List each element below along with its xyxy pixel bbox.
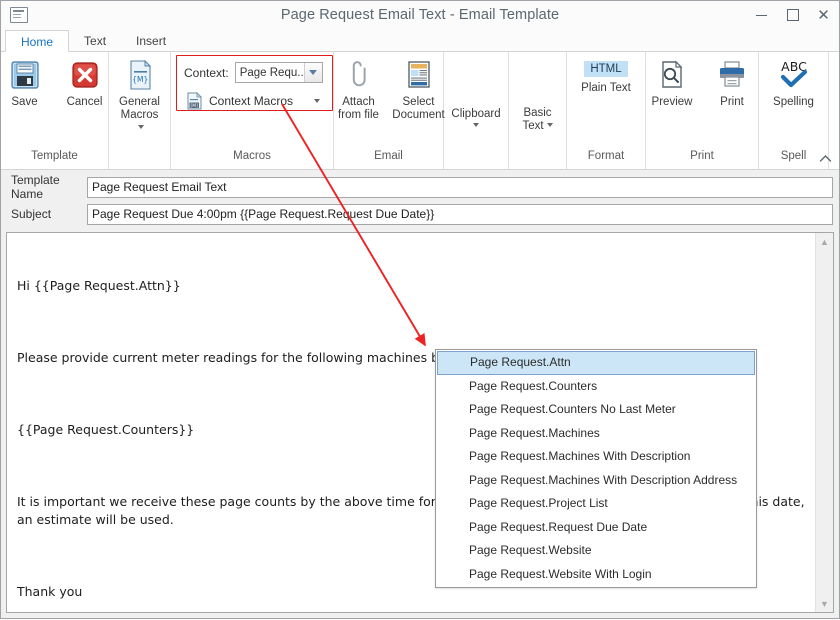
chevron-up-icon (819, 154, 832, 163)
save-floppy-icon (8, 58, 42, 92)
save-button-label: Save (11, 96, 37, 109)
ribbon-group-general-macros: {M} General Macros (109, 52, 171, 169)
close-button[interactable]: ✕ (808, 1, 839, 29)
basic-text-text: Basic Text (522, 107, 551, 132)
ribbon-group-template: Save Cancel Template (1, 52, 109, 169)
macro-popup-item[interactable]: Page Request.Website With Login (437, 563, 755, 587)
format-option-plain-text[interactable]: Plain Text (575, 80, 637, 96)
minimize-button[interactable] (746, 1, 777, 29)
attach-from-file-label: Attach from file (338, 96, 379, 122)
ribbon-group-basic-text: Basic Text (509, 52, 567, 169)
general-macros-button[interactable]: {M} General Macros (110, 55, 170, 135)
ribbon-group-macros: Context: Page Requ... [M] (171, 52, 334, 169)
subject-label: Subject (7, 207, 87, 221)
select-document-label: Select Document (392, 96, 444, 122)
ribbon-group-format-label: Format (567, 148, 645, 169)
tab-home[interactable]: Home (5, 30, 69, 52)
email-template-icon (10, 7, 28, 23)
scroll-down-arrow-icon[interactable]: ▼ (816, 595, 833, 612)
subject-input[interactable] (87, 204, 833, 225)
template-name-row: Template Name (7, 176, 833, 198)
chevron-down-icon[interactable] (547, 123, 553, 127)
minimize-icon (756, 15, 767, 16)
spelling-button[interactable]: ABC Spelling (764, 55, 824, 109)
email-template-window: Page Request Email Text - Email Template… (0, 0, 840, 619)
title-bar: Page Request Email Text - Email Template… (1, 1, 839, 29)
document-icon (402, 58, 436, 92)
format-option-list: HTML Plain Text (575, 55, 637, 96)
ribbon-group-email: Attach from file Select Document (334, 52, 444, 169)
print-button-label: Print (720, 96, 744, 109)
maximize-button[interactable] (777, 1, 808, 29)
ribbon-group-print: Preview Print Print (646, 52, 759, 169)
save-button[interactable]: Save (0, 55, 55, 109)
tab-text[interactable]: Text (69, 30, 121, 52)
basic-text-button[interactable]: Basic Text (508, 70, 568, 133)
template-name-input[interactable] (87, 177, 833, 198)
macro-popup-item[interactable]: Page Request.Counters (437, 375, 755, 399)
macro-popup-item[interactable]: Page Request.Website (437, 539, 755, 563)
macro-popup-item[interactable]: Page Request.Machines With Description (437, 445, 755, 469)
macro-popup: Page Request.Attn Page Request.Counters … (435, 349, 757, 588)
ribbon-group-general-macros-label (109, 148, 170, 169)
template-name-label: Template Name (7, 173, 87, 201)
macro-popup-item[interactable]: Page Request.Attn (437, 351, 755, 375)
macro-popup-item[interactable]: Page Request.Request Due Date (437, 516, 755, 540)
body-paragraph: Hi {{Page Request.Attn}} (17, 277, 805, 295)
print-button[interactable]: Print (702, 55, 762, 109)
basic-text-button-label: Basic Text (522, 94, 552, 133)
select-document-button[interactable]: Select Document (389, 55, 449, 122)
clipboard-caret-row (473, 121, 479, 131)
ribbon-group-format: HTML Plain Text Format (567, 52, 646, 169)
chevron-down-icon[interactable] (138, 125, 144, 129)
macro-popup-item[interactable]: Page Request.Machines (437, 422, 755, 446)
close-icon: ✕ (817, 8, 830, 23)
general-macros-text: General Macros (119, 96, 160, 121)
clipboard-text: Clipboard (451, 108, 500, 120)
macro-popup-item[interactable]: Page Request.Counters No Last Meter (437, 398, 755, 422)
preview-magnifier-icon (655, 58, 689, 92)
ribbon-group-basic-text-label (509, 148, 566, 169)
ribbon-collapse-button[interactable] (817, 150, 833, 166)
macro-popup-item[interactable]: Page Request.Project List (437, 492, 755, 516)
attach-from-file-button[interactable]: Attach from file (329, 55, 389, 122)
preview-button[interactable]: Preview (642, 55, 702, 109)
template-fields: Template Name Subject (1, 170, 839, 232)
ribbon-group-clipboard-label (444, 148, 508, 169)
cancel-button[interactable]: Cancel (55, 55, 115, 109)
clipboard-button[interactable]: Clipboard (446, 73, 506, 131)
subject-row: Subject (7, 203, 833, 225)
paperclip-icon (342, 58, 376, 92)
ribbon-tabstrip: Home Text Insert (1, 29, 839, 52)
editor-vertical-scrollbar[interactable]: ▲ ▼ (815, 233, 833, 612)
maximize-icon (787, 9, 799, 21)
cancel-x-icon (68, 58, 102, 92)
ribbon-group-email-label: Email (334, 148, 443, 169)
clipboard-button-label: Clipboard (451, 95, 500, 121)
ribbon-group-clipboard: Clipboard (444, 52, 509, 169)
spelling-abc-check-icon: ABC (776, 58, 812, 92)
svg-text:{M}: {M} (132, 75, 148, 84)
macros-highlight-box (176, 55, 333, 111)
tab-insert[interactable]: Insert (121, 30, 181, 52)
window-title: Page Request Email Text - Email Template (1, 7, 839, 23)
cancel-button-label: Cancel (67, 96, 103, 109)
general-macros-icon: {M} (123, 58, 157, 92)
scroll-up-arrow-icon[interactable]: ▲ (816, 233, 833, 250)
preview-button-label: Preview (652, 96, 693, 109)
ribbon-filler (829, 52, 839, 169)
ribbon-group-macros-label: Macros (171, 148, 333, 169)
general-macros-button-label: General Macros (117, 96, 163, 135)
chevron-down-icon[interactable] (473, 123, 479, 127)
window-controls: ✕ (746, 1, 839, 29)
ribbon-group-template-label: Template (1, 148, 108, 169)
printer-icon (715, 58, 749, 92)
ribbon-group-print-label: Print (646, 148, 758, 169)
format-option-html[interactable]: HTML (584, 61, 627, 77)
ribbon: Save Cancel Template (1, 52, 839, 170)
spelling-button-label: Spelling (773, 96, 814, 109)
macro-popup-item[interactable]: Page Request.Machines With Description A… (437, 469, 755, 493)
